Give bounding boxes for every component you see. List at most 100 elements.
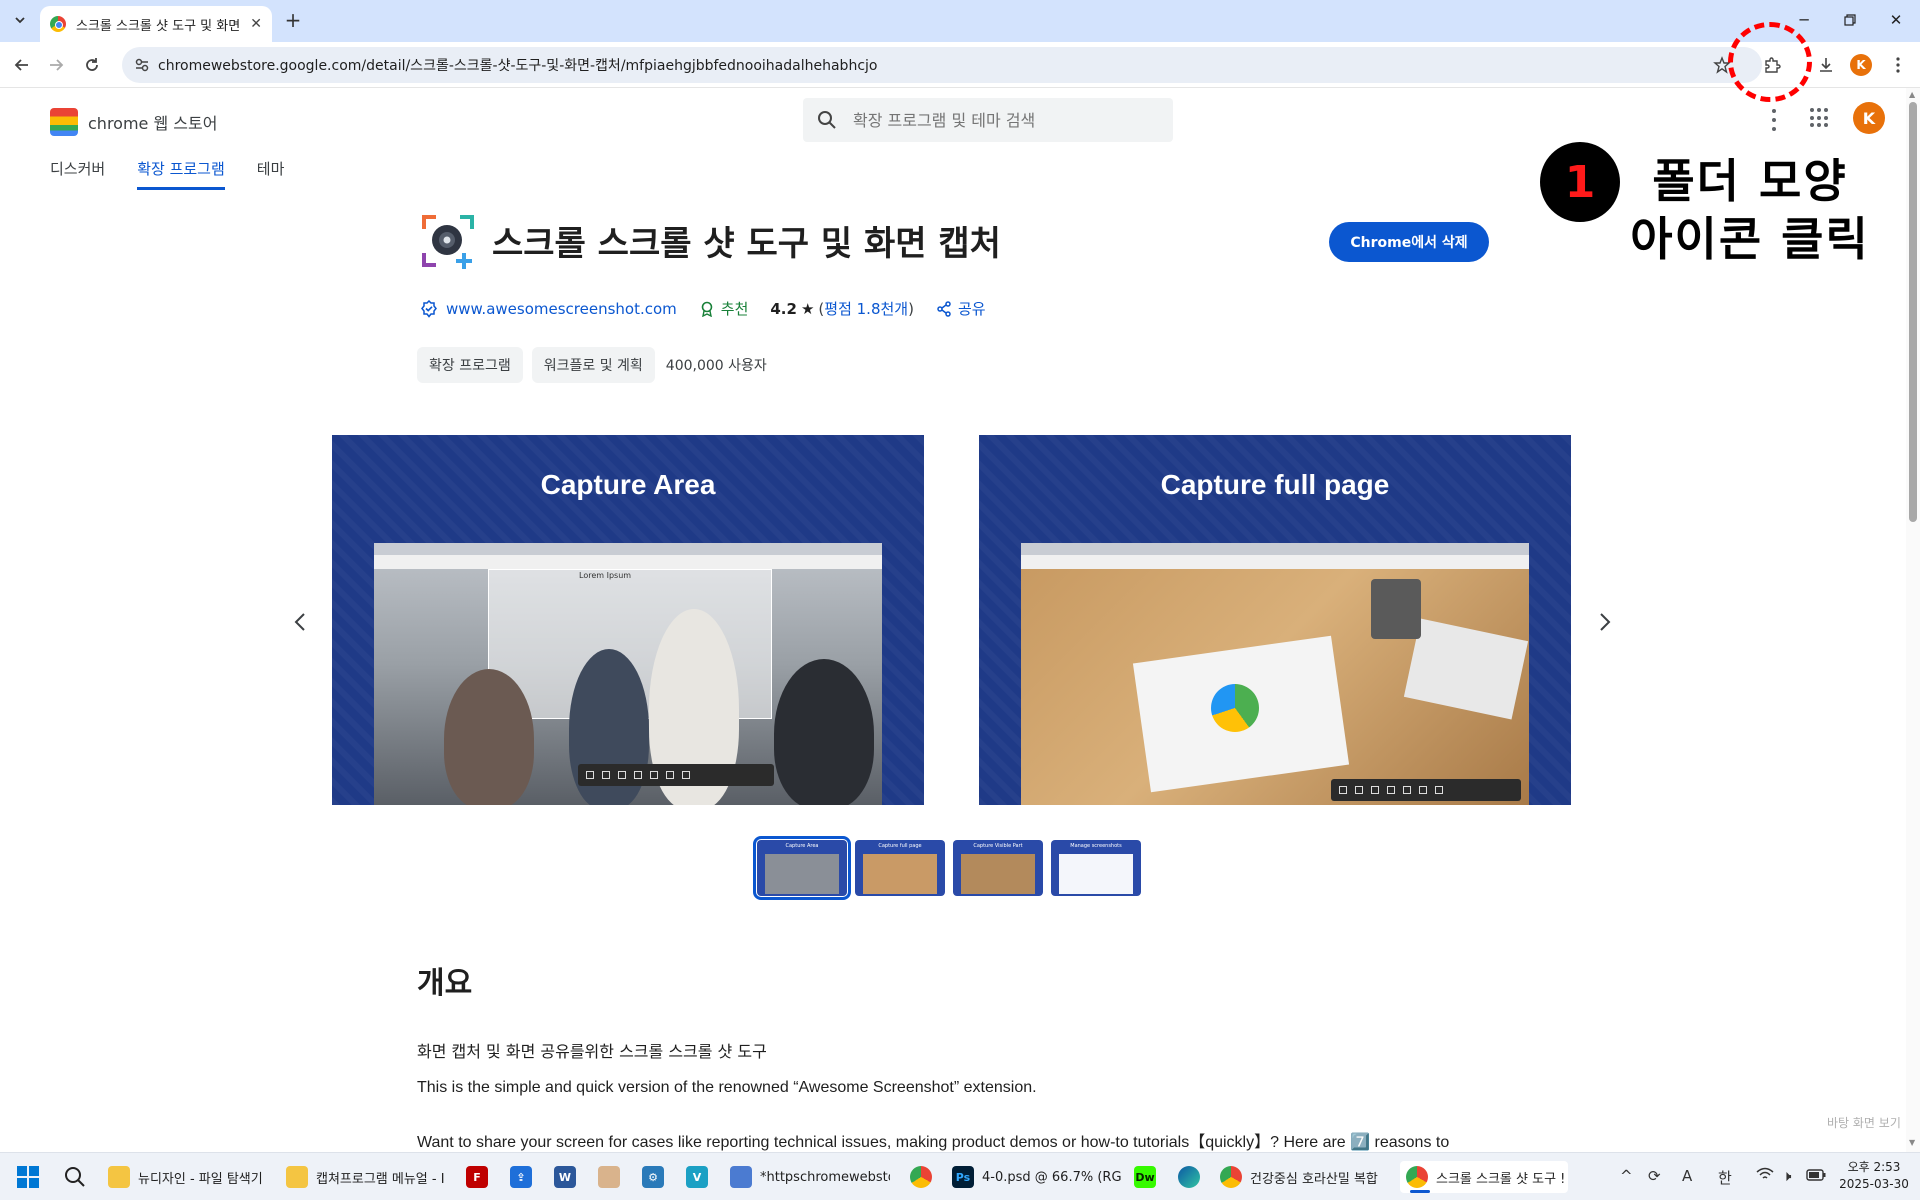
annotation-line-1: 폴더 모양 [1652,154,1848,208]
store-menu-button[interactable] [1768,106,1780,134]
taskbar-app[interactable]: ⚙ [642,1161,672,1193]
browser-menu-button[interactable] [1886,53,1910,77]
annotation-text: 폴더 모양 아이콘 클릭 [1610,152,1890,268]
user-count: 400,000 사용자 [665,358,767,374]
dreamweaver-icon: Dw [1134,1166,1156,1188]
sync-icon[interactable]: ⟳ [1648,1167,1661,1185]
taskbar-app[interactable]: V [686,1161,716,1193]
gear-icon: ⚙ [642,1166,664,1188]
carousel-prev-button[interactable] [285,607,315,637]
start-button[interactable] [16,1161,40,1193]
ime-indicator[interactable]: 한 [1718,1167,1732,1188]
developer-website-link[interactable]: www.awesomescreenshot.com [446,300,677,318]
close-window-button[interactable]: ✕ [1882,8,1910,32]
font-indicator[interactable]: A [1682,1167,1692,1185]
taskbar-edge[interactable] [1178,1161,1208,1193]
pie-chart-graphic [1211,684,1259,732]
taskbar-photoshop[interactable]: Ps 4-0.psd @ 66.7% (RGB/ [952,1161,1122,1193]
search-icon [818,111,836,129]
chevron-right-icon [1600,613,1611,631]
chevron-left-icon [294,613,305,631]
desk-photo [1021,569,1529,805]
tab-search-button[interactable] [8,8,32,32]
clock-time: 오후 2:53 [1847,1160,1901,1174]
person-figure [774,659,874,805]
address-bar[interactable]: chromewebstore.google.com/detail/스크롤-스크롤… [122,47,1762,83]
taskbar-chrome[interactable] [910,1161,940,1193]
taskbar-item-label: *httpschromewebstore. [760,1169,890,1185]
featured-badge-icon [701,301,713,317]
remove-from-chrome-button[interactable]: Chrome에서 삭제 [1329,222,1489,262]
reload-button[interactable] [80,53,104,77]
thumbnail[interactable]: Capture Visible Part [953,840,1043,896]
screenshot-slide-1[interactable]: Capture Area Lorem Ipsum [332,435,924,805]
rainbow-logo-icon [50,108,78,136]
filezilla-icon: F [466,1166,488,1188]
scroll-up-icon[interactable]: ▲ [1909,90,1915,99]
forward-button[interactable] [44,53,68,77]
taskbar-item-label: 건강중심 호라산밀 복합 [1250,1171,1378,1187]
thumbnail[interactable]: Manage screenshots [1051,840,1141,896]
thumbnail[interactable]: Capture full page [855,840,945,896]
overview-subtitle: 화면 캡처 및 화면 공유를위한 스크롤 스크롤 샷 도구 [417,1042,767,1061]
chip-extension[interactable]: 확장 프로그램 [417,347,523,383]
taskbar-word[interactable]: W [554,1161,584,1193]
slide-mock-browser [1021,543,1529,805]
close-icon[interactable]: ✕ [250,16,262,32]
notepad-icon [730,1166,752,1188]
tab-discover[interactable]: 디스커버 [50,158,105,190]
slide-title: Capture full page [1160,469,1390,500]
whiteboard-label: Lorem Ipsum [579,571,632,580]
screenshot-slide-2[interactable]: Capture full page [979,435,1571,805]
verified-badge-icon [421,299,437,318]
edge-icon [1178,1166,1200,1188]
restore-button[interactable] [1836,8,1864,32]
tab-extensions[interactable]: 확장 프로그램 [137,158,225,190]
taskbar-item-label: 4-0.psd @ 66.7% (RGB/ [982,1169,1122,1185]
rating-count-link[interactable]: 평점 1.8천개 [824,298,908,319]
google-apps-icon[interactable] [1810,108,1830,128]
profile-avatar[interactable]: K [1850,54,1872,76]
active-tab[interactable]: 스크롤 스크롤 샷 도구 및 화면 ✕ [40,6,272,42]
url-text: chromewebstore.google.com/detail/스크롤-스크롤… [158,58,878,74]
taskbar-app[interactable]: ⇪ [510,1161,540,1193]
share-link[interactable]: 공유 [958,298,986,319]
featured-label: 추천 [720,300,749,318]
scroll-down-icon[interactable]: ▼ [1909,1138,1915,1147]
taskbar-chrome-window-1[interactable]: 건강중심 호라산밀 복합 [1220,1161,1388,1193]
taskbar-explorer-1[interactable]: 뉴디자인 - 파일 탐색기 [108,1161,268,1193]
taskbar-app[interactable] [598,1161,628,1193]
chrome-web-store-logo[interactable]: chrome 웹 스토어 [50,108,217,136]
arrow-right-icon [50,59,64,71]
battery-icon[interactable] [1806,1167,1826,1185]
taskbar-filezilla[interactable]: F [466,1161,496,1193]
taskbar-notepad[interactable]: *httpschromewebstore. [730,1161,890,1193]
thumbnail[interactable]: Capture Area [753,836,851,900]
site-info-icon[interactable] [134,57,150,73]
carousel-next-button[interactable] [1590,607,1620,637]
rating-value: 4.2 [770,299,797,318]
show-desktop-hint: 바탕 화면 보기 [1827,1116,1901,1130]
system-clock[interactable]: 오후 2:53 2025-03-30 [1836,1159,1912,1193]
page-scrollbar[interactable]: ▲ ▼ [1906,88,1920,1152]
wifi-icon[interactable] [1756,1167,1774,1185]
tray-overflow-chevron-icon[interactable]: ^ [1620,1167,1633,1185]
new-tab-button[interactable]: + [282,10,304,32]
taskbar-dreamweaver[interactable]: Dw [1134,1161,1164,1193]
taskbar-search-button[interactable] [64,1161,86,1193]
scroll-thumb[interactable] [1909,102,1917,522]
search-input[interactable] [853,110,1153,130]
tab-themes[interactable]: 테마 [257,158,285,190]
chip-workflow[interactable]: 워크플로 및 계획 [531,347,655,383]
taskbar-explorer-2[interactable]: 캡쳐프로그램 메뉴얼 - I [286,1161,446,1193]
person-figure [444,669,534,805]
store-search[interactable] [803,98,1173,142]
tab-title: 스크롤 스크롤 샷 도구 및 화면 [76,18,241,34]
volume-muted-icon[interactable]: 🕨 [1782,1167,1791,1185]
app-icon: V [686,1166,708,1188]
taskbar-chrome-window-active[interactable]: 스크롤 스크롤 샷 도구 ! [1400,1161,1568,1193]
downloads-button[interactable] [1814,53,1838,77]
webstore-page: chrome 웹 스토어 K 디스커버 확장 프로그램 테마 1 폴더 모양 아… [0,88,1906,1152]
account-avatar[interactable]: K [1853,102,1885,134]
back-button[interactable] [10,53,34,77]
